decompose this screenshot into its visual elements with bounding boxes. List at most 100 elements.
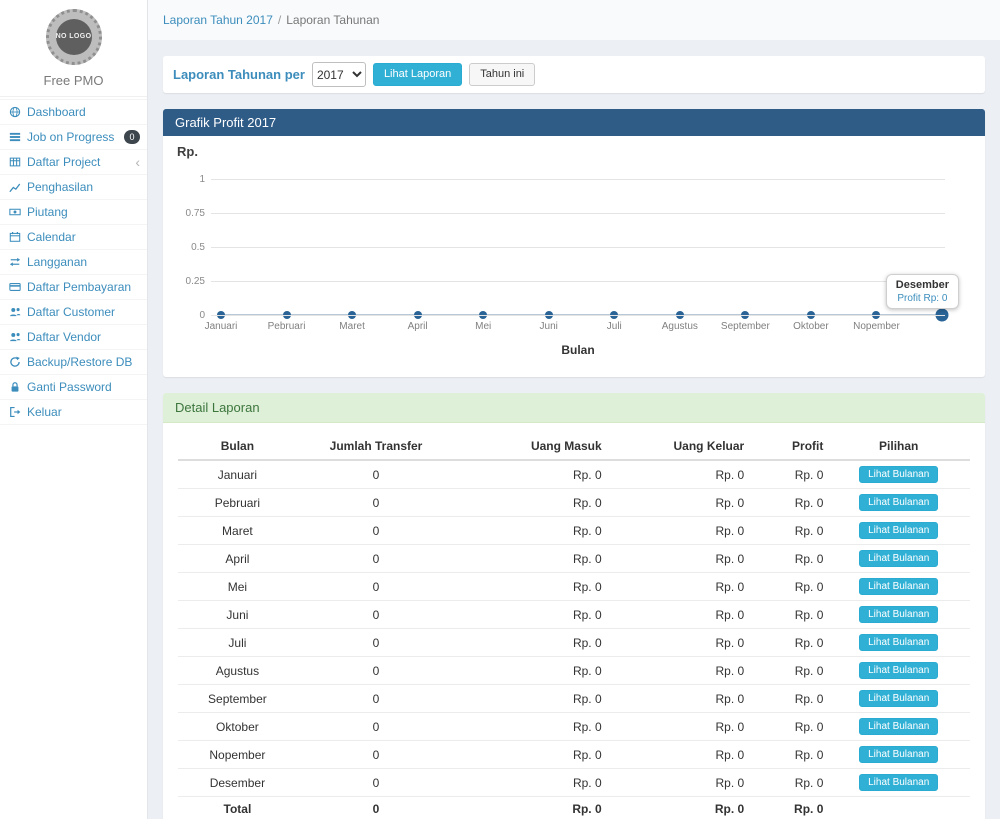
detail-panel: Detail Laporan Bulan Jumlah Transfer Uan… bbox=[163, 393, 985, 819]
sidebar-item-label: Daftar Customer bbox=[27, 305, 115, 319]
refresh-icon bbox=[9, 356, 21, 368]
lihat-bulanan-button-agustus[interactable]: Lihat Bulanan bbox=[859, 662, 938, 679]
cell-profit: Rp. 0 bbox=[748, 489, 827, 517]
col-uang-masuk: Uang Masuk bbox=[455, 433, 605, 460]
sidebar-item-penghasilan[interactable]: Penghasilan bbox=[0, 174, 147, 199]
chart-panel: Grafik Profit 2017 Rp. Desember Profit R… bbox=[163, 109, 985, 377]
breadcrumb-link[interactable]: Laporan Tahun 2017 bbox=[163, 13, 273, 27]
sidebar-item-label: Calendar bbox=[27, 230, 76, 244]
sidebar-item-keluar[interactable]: Keluar bbox=[0, 399, 147, 425]
sidebar-item-backup-restore-db[interactable]: Backup/Restore DB bbox=[0, 349, 147, 374]
lihat-bulanan-button-mei[interactable]: Lihat Bulanan bbox=[859, 578, 938, 595]
cell-pilihan: Lihat Bulanan bbox=[827, 713, 970, 741]
sidebar-item-calendar[interactable]: Calendar bbox=[0, 224, 147, 249]
x-tick-label: Agustus bbox=[662, 321, 698, 332]
cell-pilihan: Lihat Bulanan bbox=[827, 629, 970, 657]
lihat-bulanan-button-pebruari[interactable]: Lihat Bulanan bbox=[859, 494, 938, 511]
table-row-mei: Mei0Rp. 0Rp. 0Rp. 0Lihat Bulanan bbox=[178, 573, 970, 601]
sidebar-item-daftar-vendor[interactable]: Daftar Vendor bbox=[0, 324, 147, 349]
sidebar-item-ganti-password[interactable]: Ganti Password bbox=[0, 374, 147, 399]
brand-name: Free PMO bbox=[0, 73, 147, 88]
cell-jumlah-transfer: 0 bbox=[297, 713, 455, 741]
sidebar-item-piutang[interactable]: Piutang bbox=[0, 199, 147, 224]
cell-profit: Rp. 0 bbox=[748, 741, 827, 769]
cell-uang-keluar: Rp. 0 bbox=[606, 489, 749, 517]
x-tick-label: Pebruari bbox=[268, 321, 306, 332]
cell-bulan: Pebruari bbox=[178, 489, 297, 517]
sidebar: NO LOGO Free PMO DashboardJob on Progres… bbox=[0, 0, 148, 819]
y-tick-label: 1 bbox=[173, 174, 205, 185]
sidebar-item-daftar-project[interactable]: Daftar Project‹ bbox=[0, 149, 147, 174]
tooltip-value: Profit Rp: 0 bbox=[896, 293, 949, 304]
lihat-bulanan-button-april[interactable]: Lihat Bulanan bbox=[859, 550, 938, 567]
cell-jumlah-transfer: 0 bbox=[297, 489, 455, 517]
cell-pilihan: Lihat Bulanan bbox=[827, 601, 970, 629]
cell-profit: Rp. 0 bbox=[748, 517, 827, 545]
sidebar-item-daftar-customer[interactable]: Daftar Customer bbox=[0, 299, 147, 324]
cell-uang-keluar: Rp. 0 bbox=[606, 685, 749, 713]
cell-uang-keluar: Rp. 0 bbox=[606, 517, 749, 545]
sidebar-item-job-on-progress[interactable]: Job on Progress0 bbox=[0, 124, 147, 149]
col-pilihan: Pilihan bbox=[827, 433, 970, 460]
credit-card-icon bbox=[9, 281, 21, 293]
table-row-september: September0Rp. 0Rp. 0Rp. 0Lihat Bulanan bbox=[178, 685, 970, 713]
sidebar-item-label: Daftar Pembayaran bbox=[27, 280, 131, 294]
col-profit: Profit bbox=[748, 433, 827, 460]
lihat-bulanan-button-maret[interactable]: Lihat Bulanan bbox=[859, 522, 938, 539]
lihat-bulanan-button-juni[interactable]: Lihat Bulanan bbox=[859, 606, 938, 623]
cell-bulan: Oktober bbox=[178, 713, 297, 741]
lihat-bulanan-button-juli[interactable]: Lihat Bulanan bbox=[859, 634, 938, 651]
y-tick-label: 0 bbox=[173, 310, 205, 321]
x-axis-title: Bulan bbox=[211, 343, 945, 365]
y-tick-label: 0.5 bbox=[173, 242, 205, 253]
lihat-bulanan-button-september[interactable]: Lihat Bulanan bbox=[859, 690, 938, 707]
cell-uang-keluar: Rp. 0 bbox=[606, 601, 749, 629]
view-report-button[interactable]: Lihat Laporan bbox=[373, 63, 462, 86]
cell-bulan: Nopember bbox=[178, 741, 297, 769]
gridline: 0.75 bbox=[211, 213, 945, 214]
cell-uang-masuk: Rp. 0 bbox=[455, 741, 605, 769]
cell-jumlah-transfer: 0 bbox=[297, 657, 455, 685]
cell-uang-masuk: Rp. 0 bbox=[455, 489, 605, 517]
sidebar-item-dashboard[interactable]: Dashboard bbox=[0, 99, 147, 124]
this-year-button[interactable]: Tahun ini bbox=[469, 63, 535, 86]
sidebar-item-label: Dashboard bbox=[27, 105, 86, 119]
table-icon bbox=[9, 156, 21, 168]
total-masuk: Rp. 0 bbox=[455, 797, 605, 819]
lihat-bulanan-button-desember[interactable]: Lihat Bulanan bbox=[859, 774, 938, 791]
cell-uang-keluar: Rp. 0 bbox=[606, 769, 749, 797]
sidebar-item-label: Keluar bbox=[27, 405, 62, 419]
chart-body: Rp. Desember Profit Rp: 0 00.250.50.751 … bbox=[163, 136, 985, 377]
chart-icon bbox=[9, 181, 21, 193]
sidebar-item-label: Langganan bbox=[27, 255, 87, 269]
cell-uang-keluar: Rp. 0 bbox=[606, 713, 749, 741]
total-profit: Rp. 0 bbox=[748, 797, 827, 819]
lihat-bulanan-button-januari[interactable]: Lihat Bulanan bbox=[859, 466, 938, 483]
dashboard-icon bbox=[9, 106, 21, 118]
cell-uang-masuk: Rp. 0 bbox=[455, 573, 605, 601]
lock-icon bbox=[9, 381, 21, 393]
cell-bulan: Juni bbox=[178, 601, 297, 629]
gridline: 0.25 bbox=[211, 281, 945, 282]
cell-uang-masuk: Rp. 0 bbox=[455, 657, 605, 685]
cell-uang-masuk: Rp. 0 bbox=[455, 769, 605, 797]
x-axis-labels: JanuariPebruariMaretAprilMeiJuniJuliAgus… bbox=[221, 321, 942, 335]
year-select[interactable]: 2017 bbox=[312, 62, 366, 87]
sign-out-icon bbox=[9, 406, 21, 418]
main-content: Laporan Tahun 2017/Laporan Tahunan Lapor… bbox=[148, 0, 1000, 819]
sidebar-menu: Dashboard Job on Progress0Daftar Project‹… bbox=[0, 99, 147, 425]
lihat-bulanan-button-nopember[interactable]: Lihat Bulanan bbox=[859, 746, 938, 763]
cell-uang-keluar: Rp. 0 bbox=[606, 573, 749, 601]
cell-profit: Rp. 0 bbox=[748, 685, 827, 713]
lihat-bulanan-button-oktober[interactable]: Lihat Bulanan bbox=[859, 718, 938, 735]
sidebar-item-langganan[interactable]: Langganan bbox=[0, 249, 147, 274]
cell-uang-masuk: Rp. 0 bbox=[455, 629, 605, 657]
table-row-maret: Maret0Rp. 0Rp. 0Rp. 0Lihat Bulanan bbox=[178, 517, 970, 545]
filter-panel: Laporan Tahunan per 2017 Lihat Laporan T… bbox=[163, 56, 985, 93]
gridline: 0 bbox=[211, 315, 945, 316]
sidebar-item-daftar-pembayaran[interactable]: Daftar Pembayaran bbox=[0, 274, 147, 299]
table-row-pebruari: Pebruari0Rp. 0Rp. 0Rp. 0Lihat Bulanan bbox=[178, 489, 970, 517]
table-row-januari: Januari0Rp. 0Rp. 0Rp. 0Lihat Bulanan bbox=[178, 460, 970, 489]
progress-count-badge: 0 bbox=[124, 130, 140, 144]
plot-area: Desember Profit Rp: 0 00.250.50.751 bbox=[211, 179, 945, 315]
